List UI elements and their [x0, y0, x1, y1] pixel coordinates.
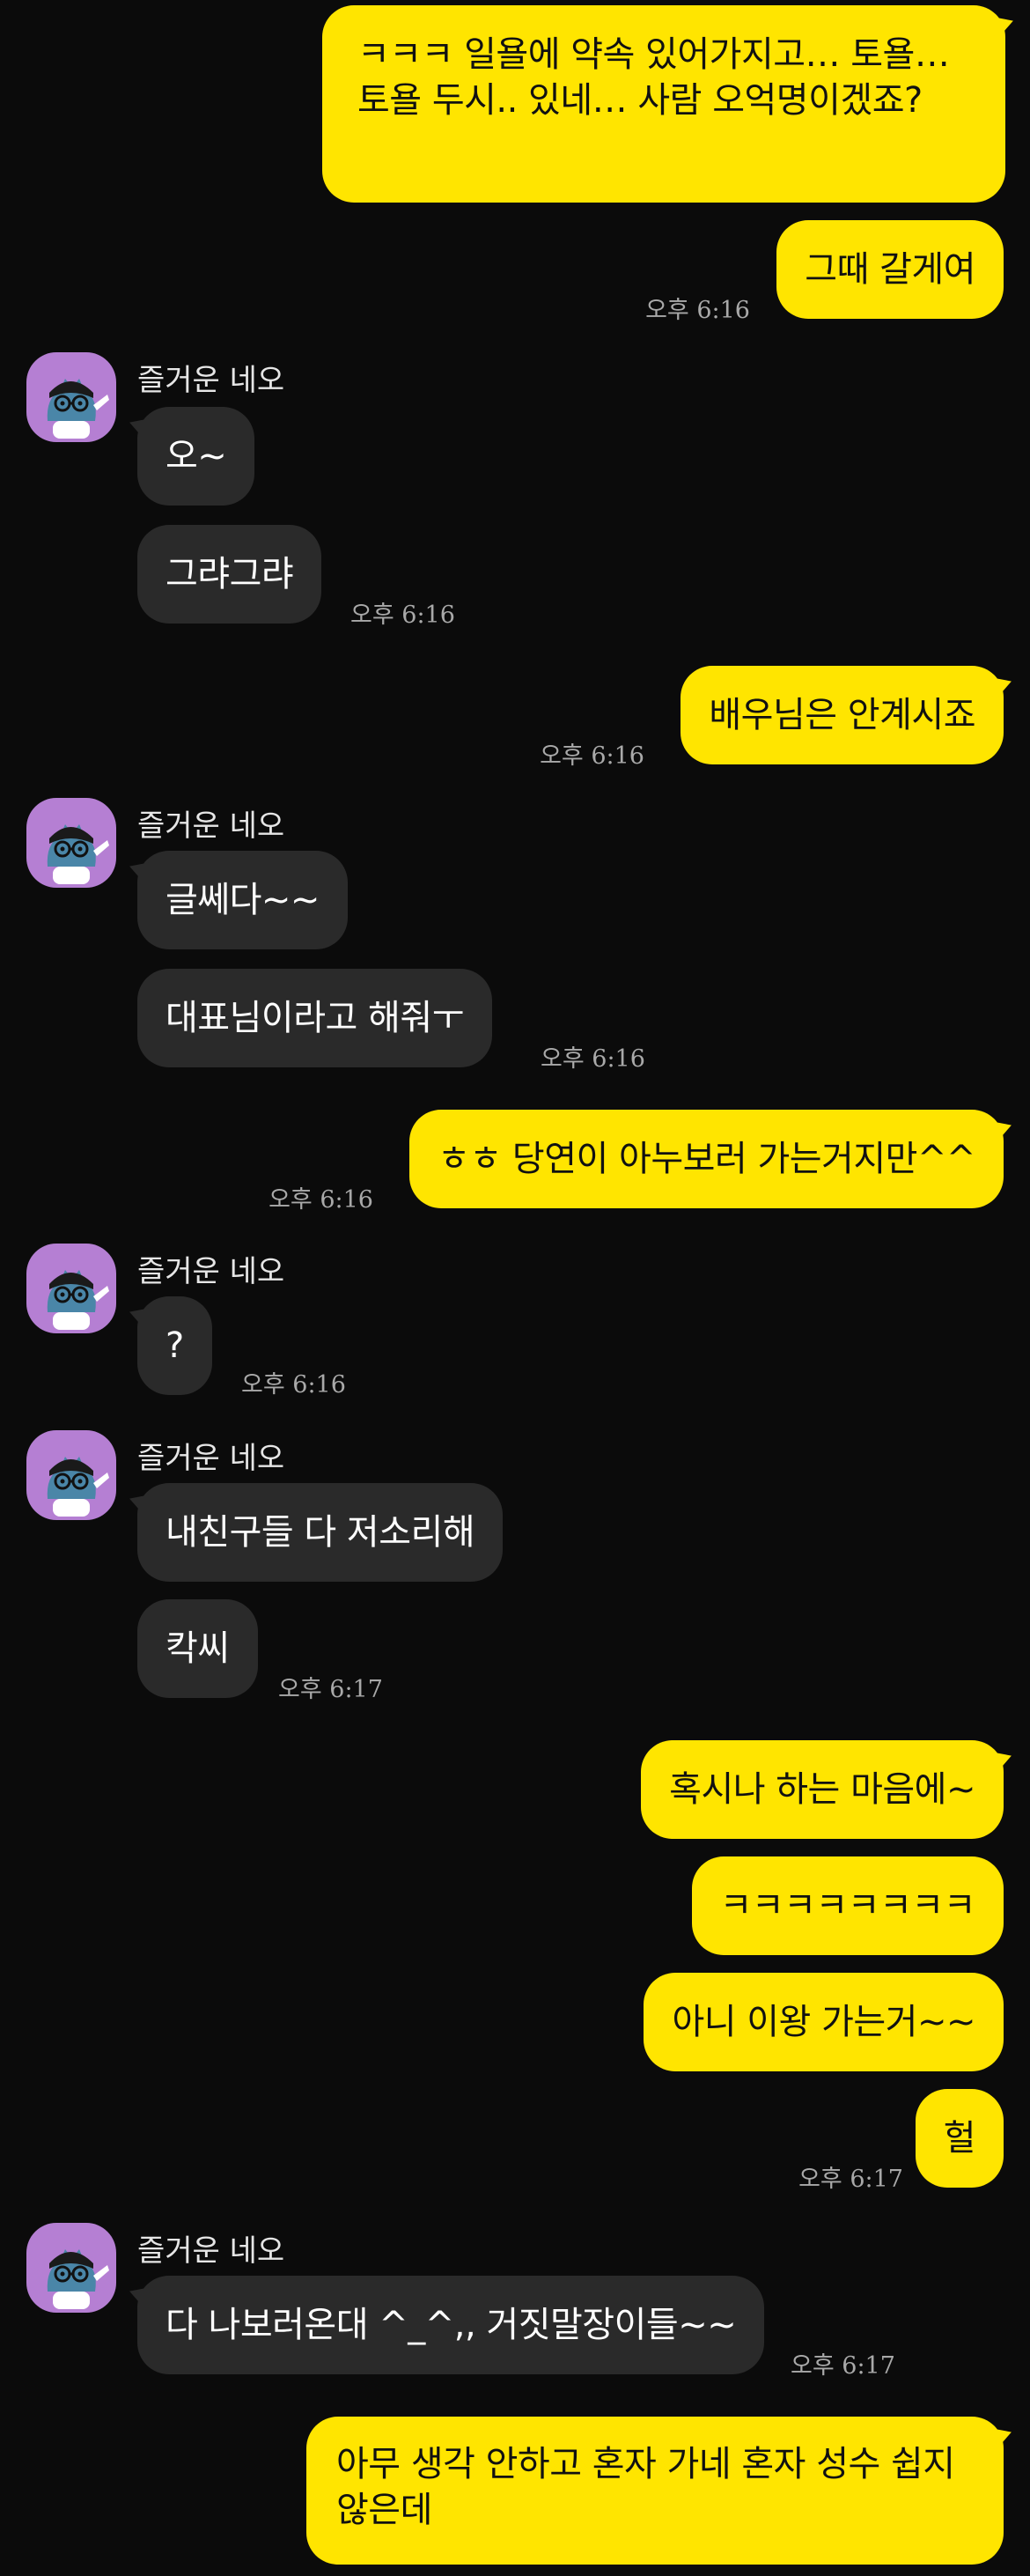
- sender-name: 즐거운 네오: [137, 808, 285, 844]
- neo-cat-face-icon: [47, 2249, 109, 2309]
- my-message-bubble[interactable]: 헐: [915, 2089, 1004, 2188]
- sender-name: 즐거운 네오: [137, 1441, 285, 1476]
- my-message-bubble[interactable]: 혹시나 하는 마음에~: [641, 1740, 1004, 1839]
- their-message-bubble[interactable]: 다 나보러온대 ^_^,, 거짓말장이들~~: [137, 2276, 765, 2374]
- my-message-bubble[interactable]: ㅋㅋㅋ 일욜에 약속 있어가지고… 토욜… 토욜 두시.. 있네… 사람 오억명…: [322, 5, 1005, 203]
- their-message-bubble[interactable]: 내친구들 다 저소리해: [137, 1483, 504, 1582]
- their-message-bubble[interactable]: 오~: [137, 407, 255, 506]
- sender-name: 즐거운 네오: [137, 1254, 285, 1289]
- message-timestamp: 오후 6:16: [241, 1371, 346, 1399]
- message-timestamp: 오후 6:17: [791, 2352, 895, 2380]
- neo-cat-avatar-icon[interactable]: [26, 2223, 116, 2313]
- neo-cat-face-icon: [47, 1270, 109, 1330]
- neo-cat-avatar-icon[interactable]: [26, 1244, 116, 1333]
- sender-name: 즐거운 네오: [137, 2233, 285, 2269]
- their-message-bubble[interactable]: 칵씨: [137, 1599, 258, 1698]
- neo-cat-face-icon: [47, 1457, 109, 1517]
- their-message-bubble[interactable]: 글쎄다~~: [137, 851, 348, 949]
- sender-name: 즐거운 네오: [137, 363, 285, 398]
- my-message-bubble[interactable]: 아무 생각 안하고 혼자 가네 혼자 성수 쉽지 않은데: [306, 2417, 1004, 2565]
- my-message-bubble[interactable]: ㅋㅋㅋㅋㅋㅋㅋㅋ: [691, 1856, 1004, 1955]
- neo-cat-face-icon: [47, 824, 109, 884]
- neo-cat-avatar-icon[interactable]: [26, 1430, 116, 1520]
- my-message-bubble[interactable]: 배우님은 안계시죠: [681, 666, 1004, 764]
- neo-cat-face-icon: [47, 379, 109, 439]
- chat-message-list[interactable]: ㅋㅋㅋ 일욜에 약속 있어가지고… 토욜… 토욜 두시.. 있네… 사람 오억명…: [0, 0, 1030, 2576]
- my-message-bubble[interactable]: 그때 갈게여: [776, 220, 1004, 319]
- message-timestamp: 오후 6:16: [540, 742, 644, 770]
- their-message-bubble[interactable]: 그랴그랴: [137, 525, 322, 624]
- message-timestamp: 오후 6:16: [350, 602, 455, 629]
- message-timestamp: 오후 6:17: [798, 2166, 903, 2193]
- neo-cat-avatar-icon[interactable]: [26, 352, 116, 442]
- message-timestamp: 오후 6:16: [269, 1186, 373, 1214]
- neo-cat-avatar-icon[interactable]: [26, 798, 116, 888]
- their-message-bubble[interactable]: ?: [137, 1296, 212, 1395]
- my-message-bubble[interactable]: ㅎㅎ 당연이 아누보러 가는거지만^^: [409, 1110, 1004, 1208]
- their-message-bubble[interactable]: 대표님이라고 해줘ㅜ: [137, 969, 492, 1067]
- my-message-bubble[interactable]: 아니 이왕 가는거~~: [644, 1973, 1004, 2071]
- message-timestamp: 오후 6:17: [278, 1676, 383, 1703]
- message-timestamp: 오후 6:16: [541, 1045, 645, 1073]
- message-timestamp: 오후 6:16: [645, 297, 750, 324]
